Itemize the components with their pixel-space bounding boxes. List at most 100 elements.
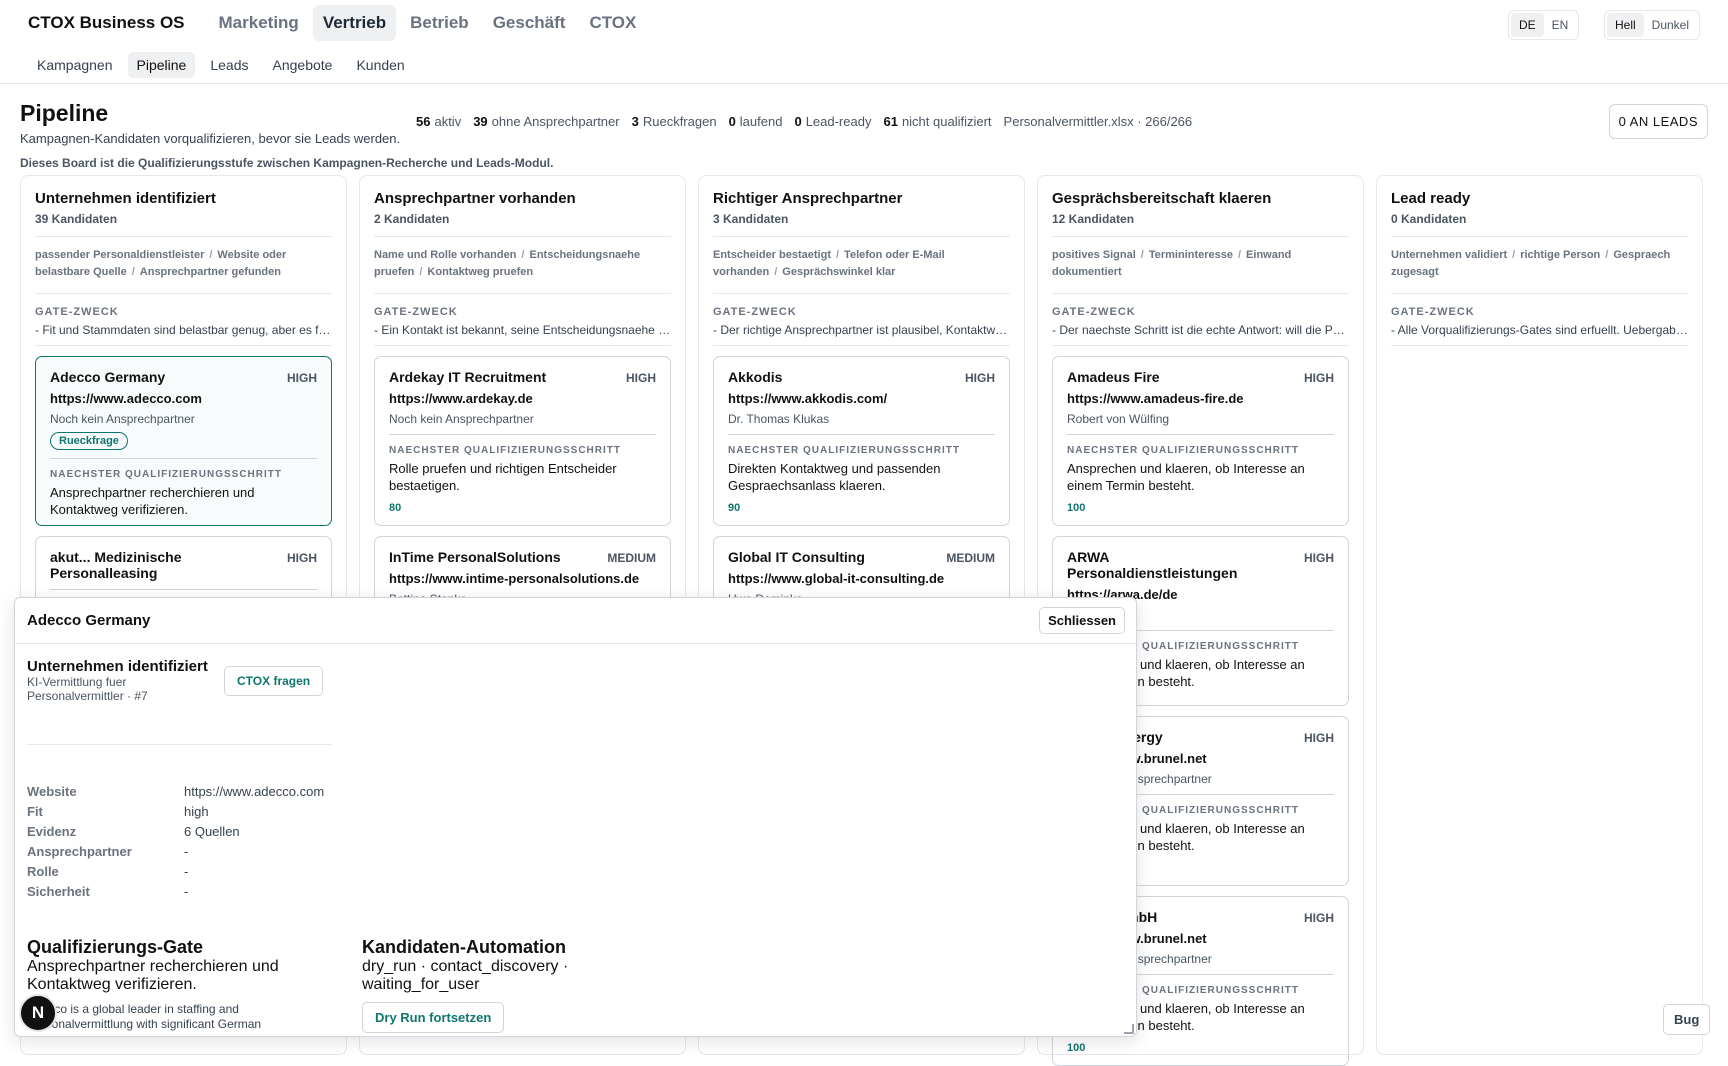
theme-dark[interactable]: Dunkel — [1644, 13, 1697, 37]
criteria-item: richtige Person — [1520, 249, 1601, 261]
candidate-url[interactable]: https://www.global-it-consulting.de — [728, 571, 995, 586]
priority-badge: HIGH — [1304, 731, 1334, 745]
priority-badge: HIGH — [287, 551, 317, 565]
criteria-separator: / — [774, 266, 778, 278]
priority-badge: HIGH — [1304, 551, 1334, 565]
next-step-text: Rolle pruefen und richtigen Entscheider … — [389, 461, 617, 493]
candidate-url[interactable]: https://www.ardekay.de — [389, 391, 656, 406]
criteria-separator: / — [209, 249, 213, 261]
top-bar: CTOX Business OS Marketing Vertrieb Betr… — [0, 0, 1728, 46]
candidate-name: ARWA Personaldienstleistungen — [1067, 549, 1238, 581]
tab-leads[interactable]: Leads — [201, 52, 257, 78]
close-button[interactable]: Schliessen — [1039, 607, 1125, 634]
stat-nicht-qualifiziert: 61 nicht qualifiziert — [883, 114, 992, 129]
candidate-name: Ardekay IT Recruitment — [389, 369, 547, 385]
an-leads-button[interactable]: 0 AN LEADS — [1608, 104, 1708, 139]
stat-rueckfragen: 3 Rueckfragen — [631, 114, 717, 129]
source-file: Personalvermittler.xlsx · 266/266 — [1003, 114, 1193, 129]
column-count: 2 Kandidaten — [374, 212, 671, 237]
gate-label: GATE-ZWECK — [35, 306, 119, 318]
candidate-url[interactable]: https://www.adecco.com — [50, 391, 317, 406]
column-count: 0 Kandidaten — [1391, 212, 1688, 237]
candidate-contact: Robert von Wülfing — [1067, 412, 1170, 426]
assistant-button[interactable]: N — [19, 994, 57, 1032]
priority-badge: HIGH — [965, 371, 995, 385]
criteria-separator: / — [419, 266, 423, 278]
priority-badge: HIGH — [287, 371, 317, 385]
gate-label: GATE-ZWECK — [1052, 306, 1136, 318]
field-website: Website https://www.adecco.com — [27, 784, 325, 799]
candidate-card[interactable]: Amadeus Fire HIGH https://www.amadeus-fire… — [1052, 356, 1349, 526]
lang-de[interactable]: DE — [1511, 13, 1544, 37]
qualification-gate: Qualifizierungs-Gate Ansprechpartner rec… — [27, 937, 317, 1032]
column-criteria: Name und Rolle vorhanden / Entscheidungsna… — [374, 247, 671, 294]
candidate-card[interactable]: Ardekay IT Recruitment HIGH https://www.ar… — [374, 356, 671, 526]
page-header: Pipeline Kampagnen-Kandidaten vorqualifi… — [0, 84, 1728, 170]
gate-label: GATE-ZWECK — [713, 306, 797, 318]
nav-geschaeft[interactable]: Geschäft — [483, 5, 576, 41]
tab-kunden[interactable]: Kunden — [347, 52, 413, 78]
detail-campaign: KI-Vermittlung fuer Personalvermittler ·… — [27, 675, 148, 703]
automation-title: Kandidaten-Automation — [362, 937, 566, 957]
column-title: Unternehmen identifiziert — [35, 190, 216, 207]
criteria-item: Termininteresse — [1148, 249, 1233, 261]
brand[interactable]: CTOX Business OS — [28, 13, 185, 33]
divider — [27, 744, 332, 745]
bug-report-button[interactable]: Bug — [1663, 1004, 1711, 1035]
resize-handle[interactable] — [1124, 1024, 1134, 1034]
lang-en[interactable]: EN — [1544, 13, 1577, 37]
next-step-label: NAECHSTER QUALIFIZIERUNGSSCHRITT — [389, 434, 656, 456]
gate-text: - Der richtige Ansprechpartner ist plaus… — [713, 323, 1010, 346]
candidate-card[interactable]: Adecco Germany HIGH https://www.adecco.com… — [35, 356, 332, 526]
criteria-item: Unternehmen validiert — [1391, 249, 1508, 261]
candidate-url[interactable]: https://www.intime-personalsolutions.de — [389, 571, 656, 586]
theme-light[interactable]: Hell — [1607, 13, 1644, 37]
criteria-separator: / — [1140, 249, 1144, 261]
stat-lead-ready: 0 Lead-ready — [794, 114, 872, 129]
candidate-url[interactable]: https://www.amadeus-fire.de — [1067, 391, 1334, 406]
next-step-label: NAECHSTER QUALIFIZIERUNGSSCHRITT — [50, 458, 317, 480]
page-subtitle: Kampagnen-Kandidaten vorqualifizieren, b… — [20, 131, 401, 146]
criteria-item: passender Personaldienstleister — [35, 249, 205, 261]
tab-angebote[interactable]: Angebote — [264, 52, 342, 78]
status-badge: Rueckfrage — [50, 432, 128, 450]
gate-label: GATE-ZWECK — [374, 306, 458, 318]
criteria-item: Kontaktweg pruefen — [427, 266, 534, 278]
criteria-separator: / — [131, 266, 135, 278]
detail-fields: Website https://www.adecco.com Fit high Ev… — [27, 782, 324, 902]
main-nav: Marketing Vertrieb Betrieb Geschäft CTOX — [209, 5, 647, 41]
board-note: Dieses Board ist die Qualifizierungsstuf… — [20, 156, 554, 170]
criteria-item: Name und Rolle vorhanden — [374, 249, 517, 261]
field-fit: Fit high — [27, 804, 209, 819]
sub-nav: Kampagnen Pipeline Leads Angebote Kunden — [0, 46, 1728, 84]
column-title: Ansprechpartner vorhanden — [374, 190, 576, 207]
candidate-card[interactable]: Akkodis HIGH https://www.akkodis.com/Dr. T… — [713, 356, 1010, 526]
column-criteria: Entscheider bestaetigt / Telefon oder E-Ma… — [713, 247, 1010, 294]
nav-betrieb[interactable]: Betrieb — [400, 5, 479, 41]
nav-ctox[interactable]: CTOX — [579, 5, 646, 41]
next-step-text: Ansprechen und klaeren, ob Interesse an … — [1067, 461, 1305, 493]
candidate-contact: Noch kein Ansprechpartner — [50, 412, 195, 426]
theme-toggle: Hell Dunkel — [1604, 10, 1701, 40]
field-rolle: Rolle - — [27, 864, 189, 879]
nav-vertrieb[interactable]: Vertrieb — [312, 5, 397, 41]
pipeline-column: Lead ready 0 Kandidaten Unternehmen validi… — [1376, 175, 1703, 1055]
nav-marketing[interactable]: Marketing — [209, 5, 309, 41]
column-criteria: passender Personaldienstleister / Website … — [35, 247, 332, 294]
tab-pipeline[interactable]: Pipeline — [127, 51, 196, 78]
criteria-separator: / — [835, 249, 840, 261]
field-evidenz: Evidenz 6 Quellen — [27, 824, 240, 839]
gate-description: Adecco is a global leader in staffing an… — [27, 1002, 262, 1031]
candidate-contact: Noch kein Ansprechpartner — [389, 412, 534, 426]
criteria-item: Ansprechpartner gefunden — [139, 266, 281, 278]
candidate-url[interactable]: https://www.akkodis.com/ — [728, 391, 995, 406]
criteria-separator: / — [1512, 249, 1516, 261]
criteria-separator: / — [1605, 249, 1609, 261]
tab-kampagnen[interactable]: Kampagnen — [28, 52, 122, 78]
column-count: 39 Kandidaten — [35, 212, 332, 237]
candidate-name: akut... Medizinische Personalleasing — [50, 549, 182, 581]
column-title: Richtiger Ansprechpartner — [713, 190, 903, 207]
ask-ctox-button[interactable]: CTOX fragen — [224, 666, 324, 696]
dry-run-button[interactable]: Dry Run fortsetzen — [362, 1002, 505, 1033]
criteria-item: Entscheider bestaetigt — [713, 249, 831, 261]
